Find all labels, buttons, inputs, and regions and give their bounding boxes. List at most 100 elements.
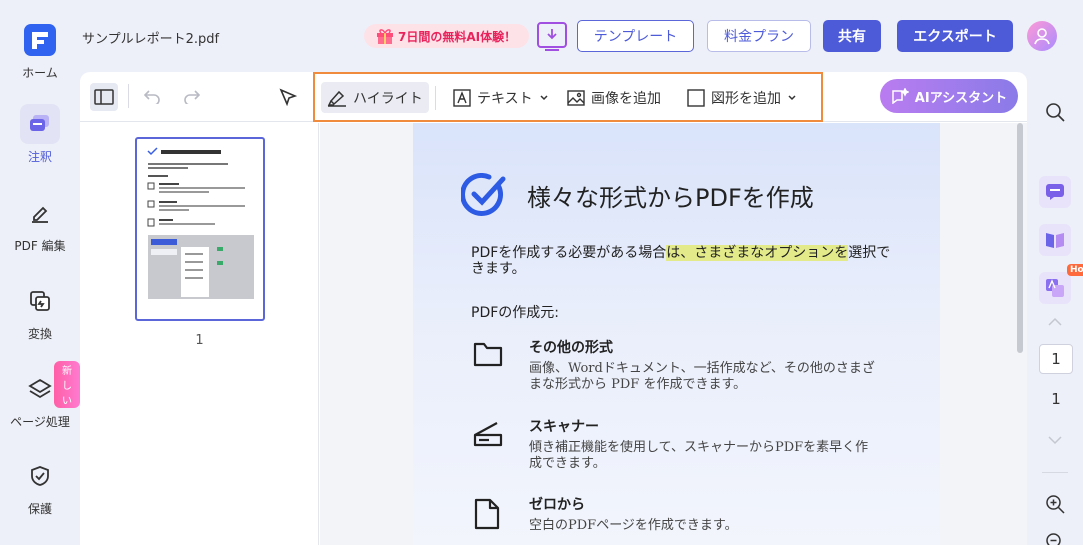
book-icon	[1045, 231, 1065, 249]
text-box-icon	[453, 88, 471, 107]
left-nav: ホーム 注釈 PDF 編集 変換 新しい ページ処理 保護	[0, 0, 80, 545]
nav-annotate[interactable]: 注釈	[0, 104, 80, 165]
vertical-scrollbar[interactable]	[1017, 123, 1023, 353]
undo-button[interactable]	[138, 83, 166, 111]
nav-pdf-edit[interactable]: PDF 編集	[0, 193, 80, 254]
sidebar-icon	[94, 89, 114, 105]
comment-icon	[1045, 183, 1065, 201]
translate-icon	[1045, 278, 1065, 298]
highlight-label: ハイライト	[353, 90, 423, 107]
add-image-tool[interactable]: 画像を追加	[561, 82, 667, 113]
chevron-up-icon	[1047, 317, 1063, 327]
next-page-button[interactable]	[1039, 424, 1071, 456]
page-title: 様々な形式からPDFを作成	[527, 183, 814, 212]
annotate-icon	[20, 104, 60, 144]
nav-home-label: ホーム	[22, 66, 58, 80]
text-tool[interactable]: テキスト	[447, 82, 555, 113]
ai-assistant-label: AIアシスタント	[914, 90, 1008, 106]
nav-annotate-label: 注釈	[27, 150, 52, 164]
page-thumbnail[interactable]	[135, 137, 265, 321]
item-description: 傾き補正機能を使用して、スキャナーからPDFを素早く作成できます。	[529, 440, 869, 471]
convert-icon	[20, 281, 60, 321]
promo-label: 7日間の無料AI体験！	[398, 29, 517, 44]
select-tool-button[interactable]	[274, 83, 302, 111]
promo-banner[interactable]: 7日間の無料AI体験！	[364, 24, 529, 48]
current-page-input[interactable]: 1	[1039, 344, 1073, 374]
ai-assistant-button[interactable]: AIアシスタント	[880, 79, 1018, 113]
export-button[interactable]: エクスポート	[897, 20, 1013, 52]
zoom-in-icon	[1045, 494, 1065, 514]
translate-button[interactable]: Hot	[1039, 264, 1083, 304]
pdf-page: 様々な形式からPDFを作成 PDFを作成する必要がある場合は、さまざまなオプショ…	[413, 123, 940, 545]
share-button[interactable]: 共有	[823, 20, 881, 52]
new-badge: 新しい	[54, 361, 80, 408]
redo-icon	[183, 90, 201, 104]
nav-protect[interactable]: 保護	[0, 456, 80, 517]
shield-icon	[20, 456, 60, 496]
item-heading: ゼロから	[529, 497, 585, 513]
search-button[interactable]	[1039, 96, 1071, 128]
pricing-plan-button[interactable]: 料金プラン	[707, 20, 811, 52]
ai-reader-button[interactable]	[1039, 224, 1071, 256]
zoom-in-button[interactable]	[1039, 488, 1071, 520]
cursor-icon	[279, 88, 297, 106]
annotation-toolbar: ハイライト テキスト 画像を追加 図形を追加 AIアシスタント	[80, 72, 1027, 122]
comments-button[interactable]	[1039, 176, 1071, 208]
image-icon	[567, 89, 585, 107]
nav-pdf-edit-label: PDF 編集	[14, 239, 66, 253]
toolbar-divider	[128, 84, 129, 108]
blank-page-icon	[473, 498, 501, 530]
zoom-out-button[interactable]	[1039, 526, 1071, 545]
nav-convert-label: 変換	[27, 327, 52, 341]
document-title: サンプルレポート2.pdf	[82, 32, 220, 47]
add-shape-tool[interactable]: 図形を追加	[681, 82, 803, 113]
tools-divider	[435, 86, 436, 110]
right-rail: Hot 1 1	[1030, 72, 1083, 545]
sidebar-toggle-button[interactable]	[90, 83, 118, 111]
page-subtitle: PDFの作成元:	[471, 305, 559, 321]
item-heading: その他の形式	[529, 340, 613, 356]
chevron-down-icon[interactable]	[787, 94, 797, 102]
intro-paragraph: PDFを作成する必要がある場合は、さまざまなオプションを選択できます。	[471, 245, 891, 277]
redo-button[interactable]	[178, 83, 206, 111]
chevron-down-icon[interactable]	[539, 94, 549, 102]
thumbnail-page-number: 1	[195, 333, 204, 348]
main-panel: ハイライト テキスト 画像を追加 図形を追加 AIアシスタント 1 様々な形式か…	[80, 72, 1027, 545]
checkmark-icon	[461, 173, 507, 217]
add-shape-label: 図形を追加	[711, 90, 781, 107]
nav-page-process[interactable]: 新しい ページ処理	[0, 361, 80, 430]
document-viewer: 様々な形式からPDFを作成 PDFを作成する必要がある場合は、さまざまなオプショ…	[320, 123, 1027, 545]
gift-icon	[376, 28, 394, 44]
item-heading: スキャナー	[529, 419, 599, 435]
chevron-down-icon	[1047, 435, 1063, 445]
download-button[interactable]	[537, 22, 567, 51]
page-heading: 様々な形式からPDFを作成	[461, 173, 814, 217]
nav-protect-label: 保護	[27, 502, 52, 516]
thumbnail-pane: 1	[80, 123, 319, 545]
total-pages: 1	[1051, 390, 1061, 408]
text-label: テキスト	[477, 90, 533, 107]
highlighter-icon	[327, 89, 347, 107]
template-button[interactable]: テンプレート	[577, 20, 694, 52]
item-description: 画像、Wordドキュメント、一括作成など、その他のさまざまな形式から PDF を…	[529, 361, 875, 392]
avatar[interactable]	[1027, 21, 1057, 51]
previous-page-button[interactable]	[1039, 306, 1071, 338]
ai-sparkle-icon	[891, 88, 909, 104]
highlight-tool[interactable]: ハイライト	[321, 82, 429, 113]
intro-text: PDFを作成する必要がある場合	[471, 245, 667, 261]
logo-icon	[20, 20, 60, 60]
nav-home[interactable]: ホーム	[0, 20, 80, 81]
zoom-out-icon	[1045, 532, 1065, 545]
scanner-icon	[473, 420, 503, 450]
download-icon	[545, 28, 559, 42]
rail-divider	[1042, 472, 1068, 473]
nav-convert[interactable]: 変換	[0, 281, 80, 342]
highlighted-text[interactable]: は、さまざまなオプションを	[666, 245, 849, 261]
edit-icon	[20, 193, 60, 233]
folder-icon	[473, 341, 503, 367]
annotation-tools-group: ハイライト テキスト 画像を追加 図形を追加	[313, 72, 823, 122]
undo-icon	[143, 90, 161, 104]
add-image-label: 画像を追加	[591, 90, 661, 107]
search-icon	[1045, 102, 1065, 122]
item-description: 空白のPDFページを作成できます。	[529, 518, 738, 533]
